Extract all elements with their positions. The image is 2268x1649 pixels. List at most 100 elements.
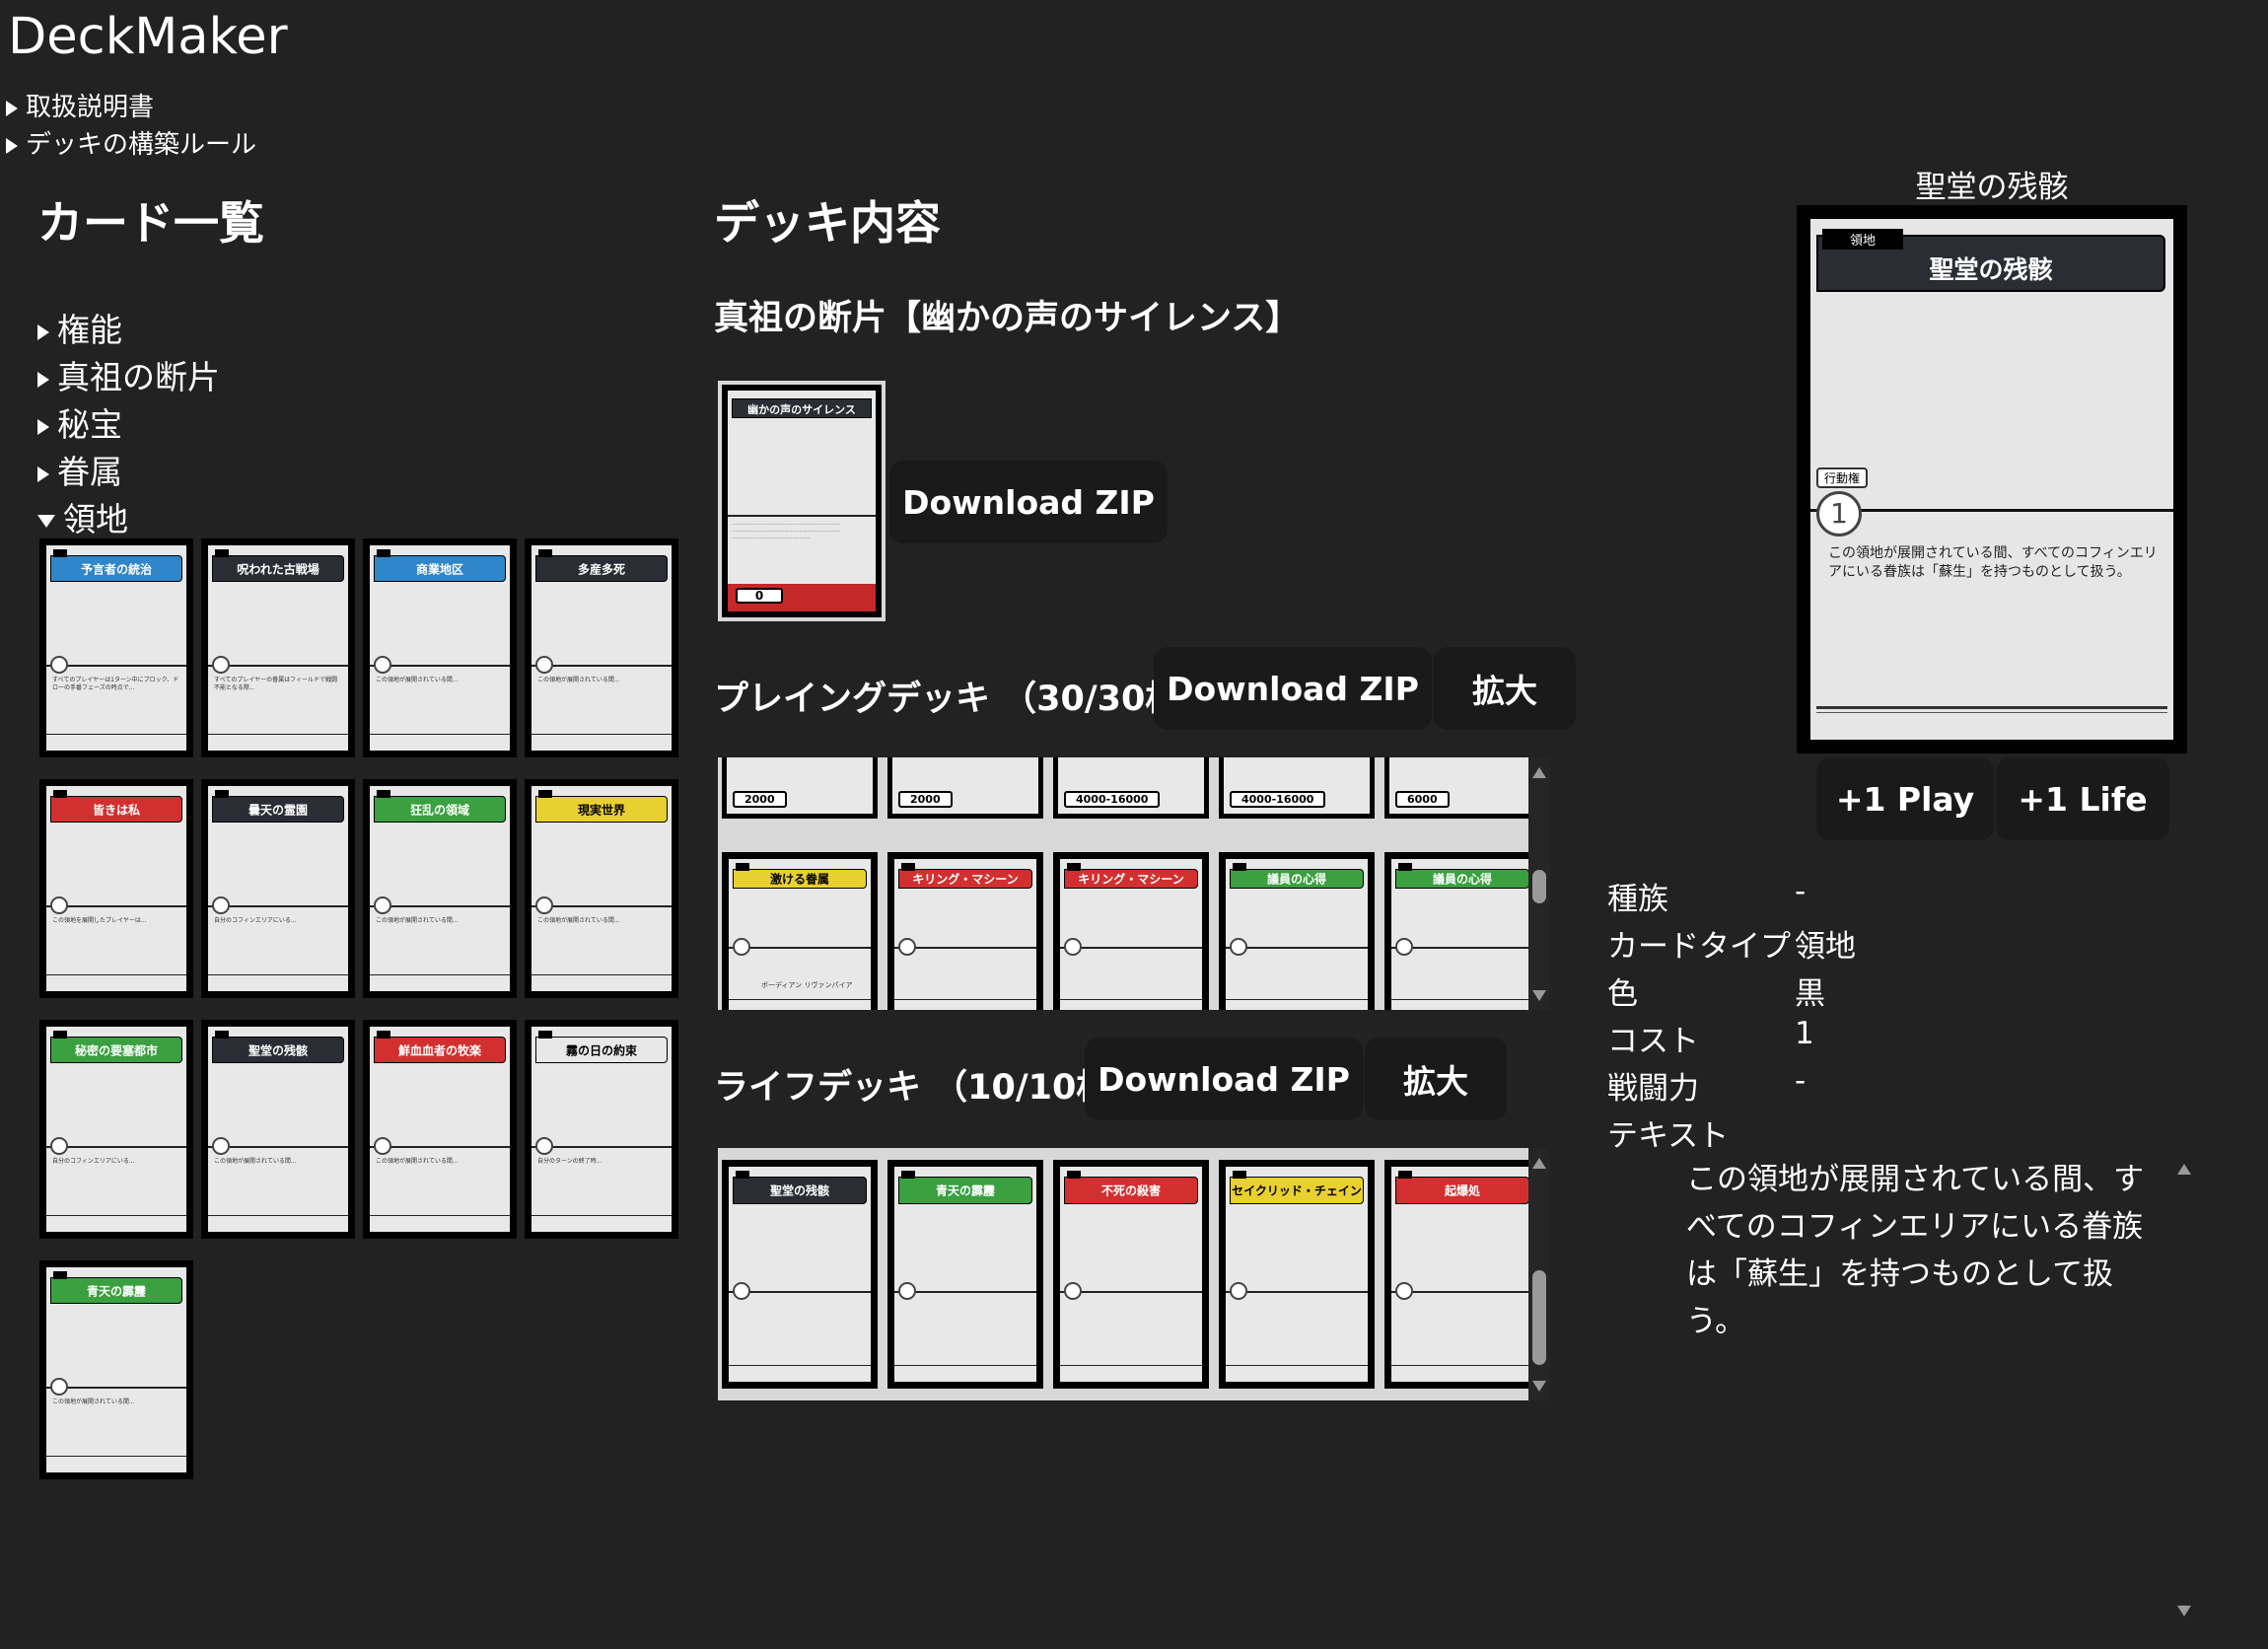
category-label: 領地 (63, 500, 128, 538)
territory-card[interactable]: 曇天の霊園自分のコフィンエリアにいる... (201, 779, 355, 998)
card-name: 曇天の霊園 (248, 803, 308, 818)
territory-card[interactable]: 鮮血血者の牧楽この領地が展開されている間... (363, 1020, 517, 1239)
life-deck-label: ライフデッキ （10/10枚） (714, 1068, 1146, 1108)
rule-manual-label: 取扱説明書 (26, 93, 155, 122)
playing-card[interactable]: 4000-16000 (1219, 757, 1375, 819)
life-deck-download-button[interactable]: Download ZIP (1085, 1038, 1363, 1120)
detail-label: 戦闘力 (1607, 1071, 1699, 1107)
cost-coin-icon (50, 655, 68, 674)
fragment-card[interactable]: 幽かの声のサイレンス ………………………………………………………… ………………… (722, 385, 882, 617)
territory-card[interactable]: 多産多死 この領地が展開されている間... (525, 538, 678, 757)
fragment-card-frame[interactable]: 幽かの声のサイレンス ………………………………………………………… ………………… (718, 381, 886, 621)
fragment-card-banner: 幽かの声のサイレンス (732, 398, 872, 418)
caret-right-icon (37, 466, 49, 482)
caret-right-icon (37, 418, 49, 435)
cost-coin-icon (1395, 938, 1413, 957)
card-text: 自分のコフィンエリアにいる... (214, 916, 297, 924)
detail-value: - (1795, 1063, 1807, 1099)
card-banner: 青天の霹靂 (898, 1171, 1032, 1205)
playing-deck-scrollbar[interactable] (1528, 757, 1550, 1010)
territory-card[interactable]: 皆きは私 この領地を展開したプレイヤーは... (39, 779, 193, 998)
life-deck-scrollbar[interactable] (1528, 1148, 1550, 1400)
card-banner: 聖堂の残骸 (733, 1171, 867, 1205)
card-text: すべてのプレイヤーの眷属はフィールドで戦闘不能となる際... (214, 676, 338, 691)
card-banner: 不死の殺害 (1064, 1171, 1198, 1205)
app-title: DeckMaker (8, 8, 288, 66)
playing-card[interactable]: 2000 (887, 757, 1043, 819)
rule-deck-toggle[interactable]: デッキの構築ルール (6, 124, 256, 161)
fragment-card-text: ………………………………………………………… ……………………………………………… (732, 521, 840, 540)
card-banner: 起爆処 (1395, 1171, 1528, 1205)
playing-card[interactable]: 2000 (722, 757, 878, 819)
scrollbar-thumb[interactable] (1532, 1270, 1546, 1365)
cost-coin-icon (50, 1136, 68, 1155)
card-text: 自分のコフィンエリアにいる... (52, 1157, 135, 1165)
life-deck-zoom-button[interactable]: 拡大 (1365, 1038, 1507, 1120)
caret-right-icon (6, 137, 18, 154)
add-life-button[interactable]: +1 Life (1996, 757, 2169, 840)
territory-card[interactable]: 呪われた古戦場すべてのプレイヤーの眷属はフィールドで戦闘不能となる際... (201, 538, 355, 757)
territory-card[interactable]: 秘密の要塞都市 自分のコフィンエリアにいる... (39, 1020, 193, 1239)
rule-manual-toggle[interactable]: 取扱説明書 (6, 87, 154, 123)
category-kenno[interactable]: 権能 (37, 304, 122, 351)
playing-card[interactable]: 6000 (1384, 757, 1528, 819)
scroll-down-icon[interactable] (1532, 990, 1546, 1001)
life-card[interactable]: 不死の殺害 (1053, 1160, 1209, 1389)
category-territory[interactable]: 領地 (37, 493, 128, 540)
territory-card[interactable]: 青天の霹靂 この領地が展開されている間... (39, 1260, 193, 1479)
rule-deck-label: デッキの構築ルール (26, 130, 257, 160)
fragment-download-button[interactable]: Download ZIP (889, 461, 1168, 543)
playing-card[interactable]: 議員の心得 (1384, 852, 1528, 1010)
card-text: この領地が展開されている間... (214, 1157, 297, 1165)
scrollbar-thumb[interactable] (1532, 870, 1546, 903)
card-name: 呪われた古戦場 (237, 562, 319, 577)
card-banner: キリング・マシーン (898, 863, 1032, 890)
card-power: 4000-16000 (1230, 791, 1326, 808)
details-text-scrollbar[interactable] (2173, 1156, 2195, 1619)
category-kin[interactable]: 眷属 (37, 446, 122, 493)
scroll-down-icon[interactable] (2177, 1606, 2191, 1616)
scroll-up-icon[interactable] (1532, 767, 1546, 778)
territory-card[interactable]: 聖堂の残骸 この領地が展開されている間... (201, 1020, 355, 1239)
scroll-up-icon[interactable] (1532, 1158, 1546, 1169)
territory-card[interactable]: 商業地区 この領地が展開されている間... (363, 538, 517, 757)
playing-card[interactable]: キリング・マシーン (887, 852, 1043, 1010)
life-deck-viewer[interactable]: 聖堂の残骸 青天の霹靂 不死の殺害 セイクリッド・チェイン 起爆処 (718, 1148, 1528, 1400)
playing-card[interactable]: 4000-16000 (1053, 757, 1209, 819)
playing-card[interactable]: 議員の心得 (1219, 852, 1375, 1010)
fragment-card-name: 幽かの声のサイレンス (747, 403, 856, 416)
scroll-down-icon[interactable] (1532, 1381, 1546, 1392)
detail-label: テキスト (1607, 1118, 1730, 1154)
territory-card[interactable]: 狂乱の領域 この領地が展開されている間... (363, 779, 517, 998)
playing-deck-label: プレイングデッキ （30/30枚） (714, 680, 1215, 719)
territory-card[interactable]: 予言者の統治 すべてのプレイヤーは1ターン中にブロック、ドローの手番フェーズの時点… (39, 538, 193, 757)
card-banner: 鮮血血者の牧楽 (374, 1031, 506, 1064)
card-name: キリング・マシーン (1078, 872, 1184, 887)
card-list-heading: カード一覧 (37, 196, 264, 250)
playing-card[interactable]: キリング・マシーン (1053, 852, 1209, 1010)
category-label: 真祖の断片 (57, 358, 220, 396)
category-treasure[interactable]: 秘宝 (37, 398, 122, 446)
playing-card[interactable]: 激ける眷属 ボーディアン リヴァンパイア (722, 852, 878, 1010)
playing-deck-download-button[interactable]: Download ZIP (1154, 647, 1432, 730)
life-card[interactable]: セイクリッド・チェイン (1219, 1160, 1375, 1389)
preview-action-value: 1 (1816, 491, 1862, 537)
life-card[interactable]: 聖堂の残骸 (722, 1160, 878, 1389)
card-text: この領地が展開されている間... (376, 1157, 459, 1165)
territory-card[interactable]: 霧の日の約束 自分のターンの終了時... (525, 1020, 678, 1239)
scroll-up-icon[interactable] (2177, 1164, 2191, 1175)
territory-card[interactable]: 現実世界 この領地が展開されている間... (525, 779, 678, 998)
category-fragment[interactable]: 真祖の断片 (37, 351, 220, 398)
add-play-button[interactable]: +1 Play (1816, 757, 1994, 840)
life-card[interactable]: 青天の霹靂 (887, 1160, 1043, 1389)
cost-coin-icon (535, 655, 553, 674)
detail-value: - (1795, 874, 1807, 909)
playing-deck-viewer[interactable]: 2000 2000 4000-16000 4000-16000 6000 激ける眷属 ボー… (718, 757, 1528, 1010)
caret-down-icon (37, 515, 55, 528)
life-card[interactable]: 起爆処 (1384, 1160, 1528, 1389)
detail-value: 領地 (1795, 929, 1856, 965)
playing-deck-zoom-button[interactable]: 拡大 (1434, 647, 1576, 730)
card-name: 狂乱の領域 (409, 803, 469, 818)
card-text: この領地が展開されている間... (376, 676, 459, 683)
preview-card: 領地 聖堂の残骸 行動権 1 この領地が展開されている間、すべてのコフィンエリア… (1797, 205, 2187, 753)
